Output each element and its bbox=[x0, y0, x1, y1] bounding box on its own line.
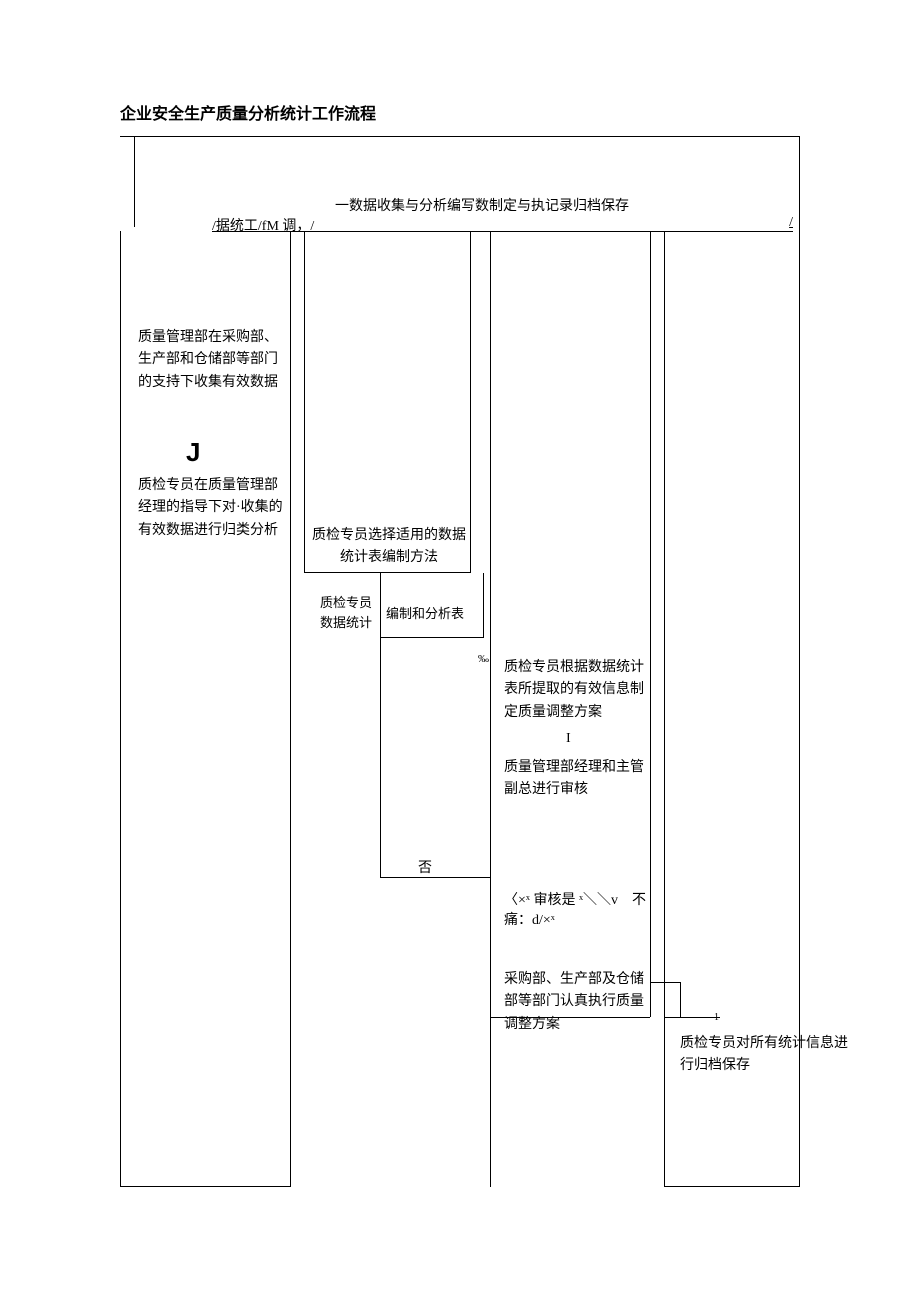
border-segment bbox=[380, 877, 490, 878]
border-segment bbox=[380, 637, 381, 877]
step-review: 质量管理部经理和主管副总进行审核 bbox=[504, 757, 644, 802]
down-arrow-icon: I bbox=[566, 731, 571, 747]
border-segment bbox=[664, 231, 665, 1017]
step-archive: 质检专员对所有统计信息进行归档保存 bbox=[680, 1033, 850, 1078]
border-segment bbox=[134, 137, 135, 227]
header-text-2: /据统工/fM 调，/ bbox=[212, 215, 314, 235]
border-segment bbox=[380, 637, 484, 638]
border-segment bbox=[290, 231, 291, 1187]
step-make-plan: 质检专员根据数据统计表所提取的有效信息制定质量调整方案 bbox=[504, 657, 644, 724]
step-stat-label: 质检专员数据统计 bbox=[316, 593, 376, 632]
permille-symbol: ‰ bbox=[478, 653, 489, 665]
border-segment bbox=[304, 231, 305, 573]
step-select-method: 质检专员选择适用的数据统计表编制方法 bbox=[312, 525, 466, 570]
decision-no-label: 否 bbox=[418, 857, 432, 877]
page-title: 企业安全生产质量分析统计工作流程 bbox=[120, 100, 800, 124]
down-arrow-icon: J bbox=[186, 437, 200, 468]
border-segment bbox=[490, 231, 491, 1187]
border-segment bbox=[664, 1186, 799, 1187]
border-segment bbox=[664, 1017, 665, 1187]
border-segment bbox=[304, 572, 470, 573]
flow-container: 一数据收集与分析编写数制定与执记录归档保存 /据统工/fM 调，/ / 质量管理… bbox=[120, 136, 800, 1187]
step-classify-analyze: 质检专员在质量管理部经理的指导下对·收集的有效数据进行归类分析 bbox=[138, 475, 286, 542]
border-segment bbox=[664, 1017, 720, 1018]
step-collect-data: 质量管理部在采购部、生产部和仓储部等部门的支持下收集有效数据 bbox=[138, 327, 278, 394]
header-underline bbox=[212, 231, 793, 232]
border-segment bbox=[490, 1017, 650, 1018]
header-right-slash: / bbox=[789, 215, 793, 231]
header-text-1: 一数据收集与分析编写数制定与执记录归档保存 bbox=[335, 195, 629, 215]
step-compile-table: 编制和分析表 bbox=[386, 603, 464, 622]
decision-review: 〈×ˣ 审核是 ˣ＼＼v 不痛：d/×ˣ bbox=[504, 889, 654, 929]
border-segment bbox=[470, 231, 471, 573]
step-execute-plan: 采购部、生产部及仓储部等部门认真执行质量调整方案 bbox=[504, 969, 644, 1036]
border-segment bbox=[120, 231, 121, 1187]
border-segment bbox=[380, 573, 381, 637]
border-segment bbox=[120, 1186, 290, 1187]
border-segment bbox=[650, 982, 680, 983]
border-segment bbox=[483, 573, 484, 637]
border-segment bbox=[680, 982, 681, 1018]
